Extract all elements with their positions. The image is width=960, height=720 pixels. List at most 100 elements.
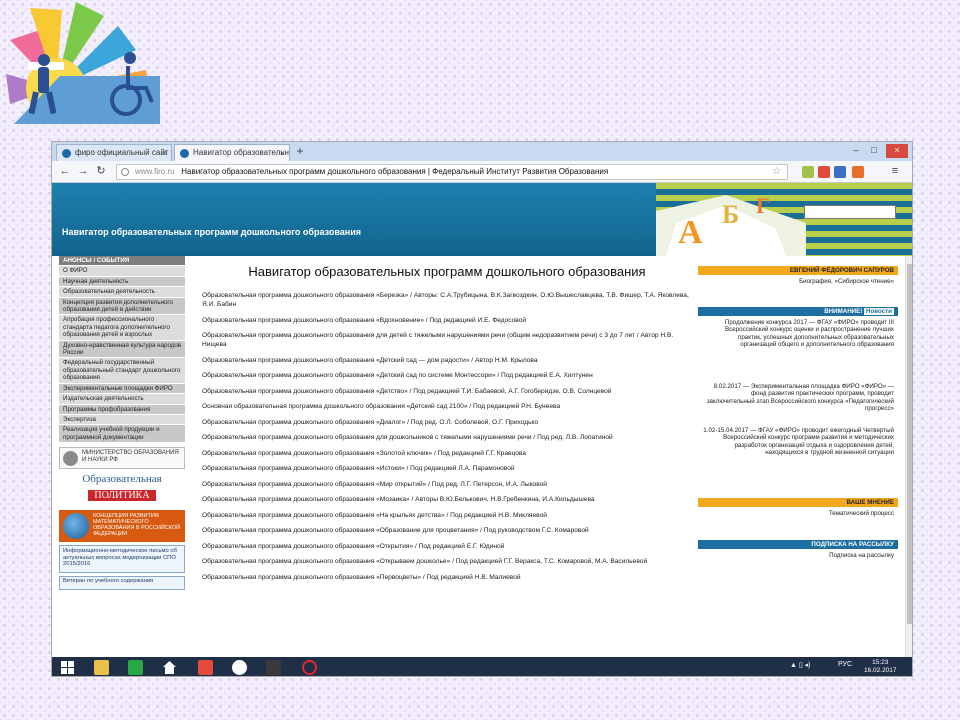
address-bar: ← → ↻ www.firo.ru Навигатор образователь… xyxy=(52,161,912,183)
forward-button[interactable]: → xyxy=(76,165,90,179)
site-title: Навигатор образовательных программ дошко… xyxy=(62,227,361,237)
info-letter-banner[interactable]: Информационно-методическое письмо об акт… xyxy=(59,545,185,574)
back-button[interactable]: ← xyxy=(58,165,72,179)
sidebar-item-standard-approbation[interactable]: Апробация профессионального стандарта пе… xyxy=(59,315,185,341)
program-link[interactable]: Основная образовательная программа дошко… xyxy=(202,402,692,411)
tray-icons[interactable]: ▲ ▯ ◂) xyxy=(790,661,811,669)
section-heading: ВНИМАНИЕ! Новости xyxy=(698,306,898,316)
sidebar-item-experimental[interactable]: Экспериментальные площадки ФИРО xyxy=(59,383,185,395)
extension-shield-icon[interactable] xyxy=(802,166,814,178)
sidebar-item-science[interactable]: Научная деятельность xyxy=(59,276,185,288)
sidebar-item-fgos[interactable]: Федеральный государственный образователь… xyxy=(59,358,185,384)
program-link[interactable]: Образовательная программа дошкольного об… xyxy=(202,387,692,396)
yandex-browser-icon[interactable] xyxy=(232,660,247,675)
program-link[interactable]: Образовательная программа дошкольного об… xyxy=(202,371,692,380)
subscribe-link[interactable]: Подписка на рассылку xyxy=(698,549,898,563)
new-tab-button[interactable]: + xyxy=(292,145,308,159)
url-domain: www.firo.ru xyxy=(135,167,175,176)
poll-link[interactable]: Тематический процесс xyxy=(698,507,898,521)
browser-window: фиро официальный сайт © × Навигатор обра… xyxy=(51,141,913,677)
extension-vk-icon[interactable] xyxy=(834,166,846,178)
ministry-text: МИНИСТЕРСТВО ОБРАЗОВАНИЯ И НАУКИ РФ xyxy=(82,450,179,464)
program-link[interactable]: Образовательная программа дошкольного об… xyxy=(202,464,692,473)
program-link[interactable]: Образовательная программа дошкольного об… xyxy=(202,316,692,325)
tab-label: фиро официальный сайт © xyxy=(75,148,172,157)
sun-accessibility-logo xyxy=(6,2,160,124)
globe-icon xyxy=(63,513,89,540)
program-link[interactable]: Образовательная программа дошкольного об… xyxy=(202,433,692,442)
program-link[interactable]: Образовательная программа дошкольного об… xyxy=(202,356,692,365)
sidebar-item-programs[interactable]: Программы профобразования xyxy=(59,404,185,415)
store-icon[interactable] xyxy=(128,660,143,675)
windows-taskbar: ▲ ▯ ◂) РУС 15:23 16.02.2017 xyxy=(52,657,912,676)
clock-time: 15:23 xyxy=(872,659,889,666)
svg-text:Г: Г xyxy=(756,193,770,218)
svg-text:Б: Б xyxy=(722,200,739,229)
politika-banner[interactable]: Образовательная ПОЛИТИКА xyxy=(59,473,185,507)
page-scrollbar[interactable] xyxy=(905,256,912,657)
program-link[interactable]: Образовательная программа дошкольного об… xyxy=(202,526,692,535)
program-link[interactable]: Образовательная программа дошкольного об… xyxy=(202,291,692,309)
extension-mail-icon[interactable] xyxy=(818,166,830,178)
main-content: Навигатор образовательных программ дошко… xyxy=(202,260,692,658)
program-link[interactable]: Образовательная программа дошкольного об… xyxy=(202,557,692,566)
news-item[interactable]: 8.02.2017 — Экспериментальная площадка Ф… xyxy=(698,380,898,424)
program-link[interactable]: Образовательная программа дошкольного об… xyxy=(202,542,692,551)
politika-line-2: ПОЛИТИКА xyxy=(88,490,156,502)
scrollbar-thumb[interactable] xyxy=(907,264,912,624)
math-concept-text: КОНЦЕПЦИЯ РАЗВИТИЯ МАТЕМАТИЧЕСКОГО ОБРАЗ… xyxy=(93,513,181,538)
program-link[interactable]: Образовательная программа дошкольного об… xyxy=(202,511,692,520)
news-item[interactable]: 1.02-15.04.2017 — ФГАУ «ФИРО» проводит е… xyxy=(698,424,898,498)
yandex-icon[interactable] xyxy=(198,660,213,675)
program-link[interactable]: Образовательная программа дошкольного об… xyxy=(202,480,692,489)
program-link[interactable]: Образовательная программа дошкольного об… xyxy=(202,331,692,349)
opera-icon[interactable] xyxy=(302,660,317,675)
game-icon[interactable] xyxy=(266,660,281,675)
ministry-banner[interactable]: МИНИСТЕРСТВО ОБРАЗОВАНИЯ И НАУКИ РФ xyxy=(59,447,185,470)
file-explorer-icon[interactable] xyxy=(94,660,109,675)
biography-link[interactable]: Биография, «Сибирское чтение» xyxy=(698,275,898,289)
news-item[interactable]: Продолжение конкурса 2017 — ФГАУ «ФИРО» … xyxy=(698,316,898,380)
sidebar-item-culture[interactable]: Духовно-нравственная культура народов Ро… xyxy=(59,340,185,359)
minimize-button[interactable]: – xyxy=(848,144,864,158)
tab-bar: фиро официальный сайт © × Навигатор обра… xyxy=(52,142,912,161)
sidebar-item-concept[interactable]: Концепция развития дополнительного образ… xyxy=(59,297,185,316)
attention-heading: ВНИМАНИЕ! xyxy=(824,307,863,315)
sidebar-item-about[interactable]: О ФИРО xyxy=(59,266,185,277)
info-banner-2[interactable]: Ветеран по учебного содержания xyxy=(59,576,185,591)
url-page-title: Навигатор образовательных программ дошко… xyxy=(181,167,609,176)
program-link[interactable]: Образовательная программа дошкольного об… xyxy=(202,495,692,504)
clock[interactable]: 15:23 16.02.2017 xyxy=(864,659,897,675)
header-search-box[interactable] xyxy=(804,205,896,219)
sidebar-item-education[interactable]: Образовательная деятельность xyxy=(59,287,185,298)
menu-icon[interactable]: ≡ xyxy=(888,165,902,179)
news-link[interactable]: Новости xyxy=(864,307,894,315)
close-window-button[interactable]: × xyxy=(886,144,908,158)
close-icon[interactable]: × xyxy=(280,145,285,161)
sidebar-item-announcements[interactable]: АНОНСЫ / СОБЫТИЯ xyxy=(59,256,185,267)
program-link[interactable]: Образовательная программа дошкольного об… xyxy=(202,449,692,458)
bookmark-star-icon[interactable]: ☆ xyxy=(772,165,781,179)
sidebar-item-expertise[interactable]: Экспертиза xyxy=(59,414,185,426)
windows-start-icon[interactable] xyxy=(60,660,75,675)
sidebar-item-publishing[interactable]: Издательская деятельность xyxy=(59,394,185,405)
site-favicon-icon xyxy=(62,149,71,158)
tab-firo-official[interactable]: фиро официальный сайт © × xyxy=(56,144,172,161)
tab-label: Навигатор образовательн xyxy=(193,148,289,157)
site-favicon-icon xyxy=(180,149,189,158)
clock-date: 16.02.2017 xyxy=(864,667,897,674)
alphabet-book-icon: А Б Г xyxy=(656,193,806,256)
url-field[interactable]: www.firo.ru Навигатор образовательных пр… xyxy=(116,164,788,180)
language-indicator[interactable]: РУС xyxy=(838,661,852,668)
program-link[interactable]: Образовательная программа дошкольного об… xyxy=(202,573,692,582)
sidebar-item-products[interactable]: Реализация учебной продукции и программн… xyxy=(59,425,185,444)
close-icon[interactable]: × xyxy=(162,145,167,161)
program-link[interactable]: Образовательная программа дошкольного об… xyxy=(202,418,692,427)
tab-navigator[interactable]: Навигатор образовательн × xyxy=(174,144,290,161)
maximize-button[interactable]: □ xyxy=(866,144,882,158)
math-concept-banner[interactable]: КОНЦЕПЦИЯ РАЗВИТИЯ МАТЕМАТИЧЕСКОГО ОБРАЗ… xyxy=(59,510,185,543)
reload-button[interactable]: ↻ xyxy=(94,165,108,179)
extension-ok-icon[interactable] xyxy=(852,166,864,178)
home-icon[interactable] xyxy=(162,660,177,675)
site-info-icon[interactable] xyxy=(121,168,129,176)
